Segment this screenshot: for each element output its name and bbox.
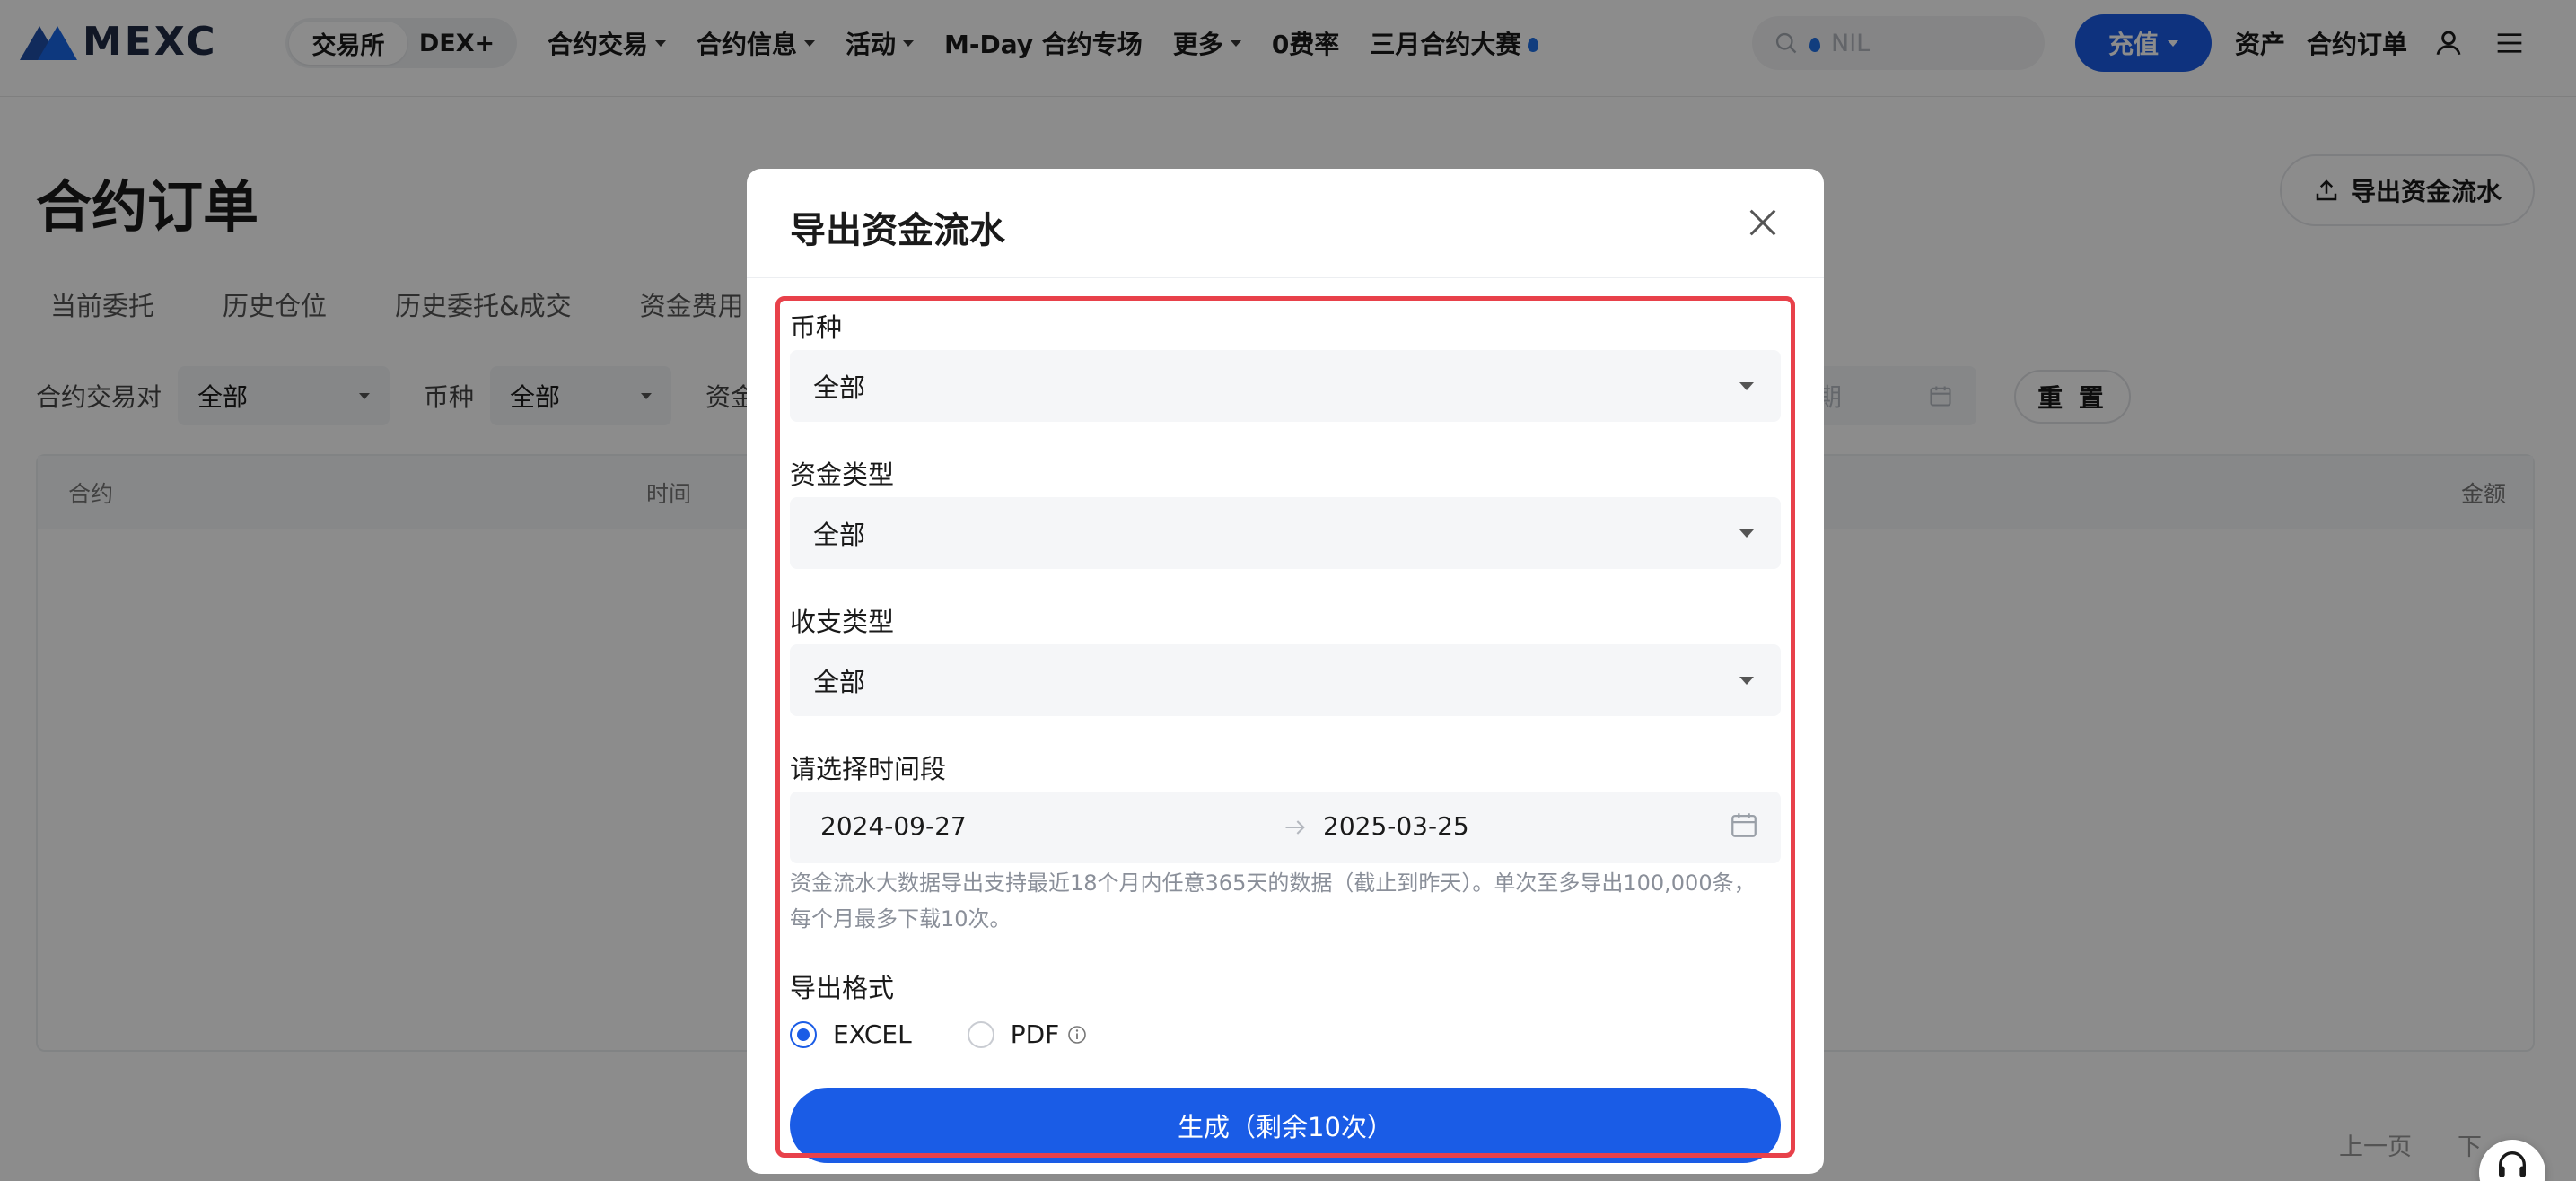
modal-header: 导出资金流水 — [747, 169, 1824, 278]
modal-title: 导出资金流水 — [790, 210, 1005, 251]
close-icon[interactable] — [1745, 205, 1781, 241]
export-fund-flow-modal: 导出资金流水 币种 全部 资金类型 全部 收支类型 全部 请选择时间段 2024… — [747, 169, 1824, 1174]
highlight-annotation-box — [775, 296, 1795, 1158]
headset-icon — [2499, 1151, 2526, 1177]
